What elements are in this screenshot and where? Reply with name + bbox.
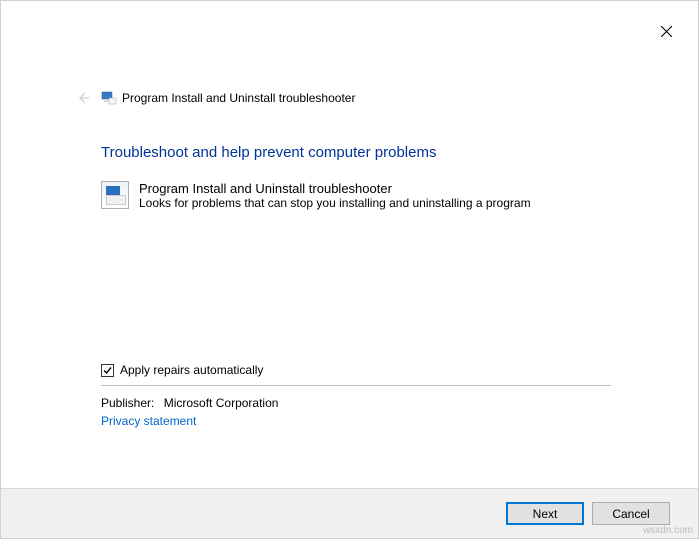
back-arrow-icon [76, 91, 90, 105]
publisher-row: Publisher: Microsoft Corporation [101, 396, 278, 410]
header-title: Program Install and Uninstall troublesho… [122, 91, 355, 105]
troubleshooter-item-icon [101, 181, 129, 209]
publisher-value: Microsoft Corporation [164, 396, 279, 410]
apply-repairs-label: Apply repairs automatically [120, 363, 263, 377]
privacy-statement-link[interactable]: Privacy statement [101, 414, 196, 428]
watermark: wsxdn.com [643, 525, 693, 536]
next-button[interactable]: Next [506, 502, 584, 525]
page-title: Troubleshoot and help prevent computer p… [101, 144, 436, 161]
titlebar [1, 1, 698, 56]
troubleshooter-window: Program Install and Uninstall troublesho… [0, 0, 699, 539]
back-button [76, 91, 92, 107]
close-button[interactable] [656, 21, 676, 41]
troubleshooter-header-icon [101, 90, 117, 106]
troubleshooter-item-title: Program Install and Uninstall troublesho… [139, 181, 531, 196]
troubleshooter-item: Program Install and Uninstall troublesho… [101, 181, 531, 210]
publisher-label: Publisher: [101, 396, 154, 410]
apply-repairs-checkbox[interactable] [101, 364, 114, 377]
divider [101, 385, 611, 386]
footer: Next Cancel [1, 488, 698, 538]
troubleshooter-item-description: Looks for problems that can stop you ins… [139, 196, 531, 210]
apply-repairs-row: Apply repairs automatically [101, 363, 263, 377]
checkmark-icon [102, 365, 113, 376]
troubleshooter-item-text: Program Install and Uninstall troublesho… [139, 181, 531, 210]
cancel-button[interactable]: Cancel [592, 502, 670, 525]
close-icon [661, 26, 672, 37]
